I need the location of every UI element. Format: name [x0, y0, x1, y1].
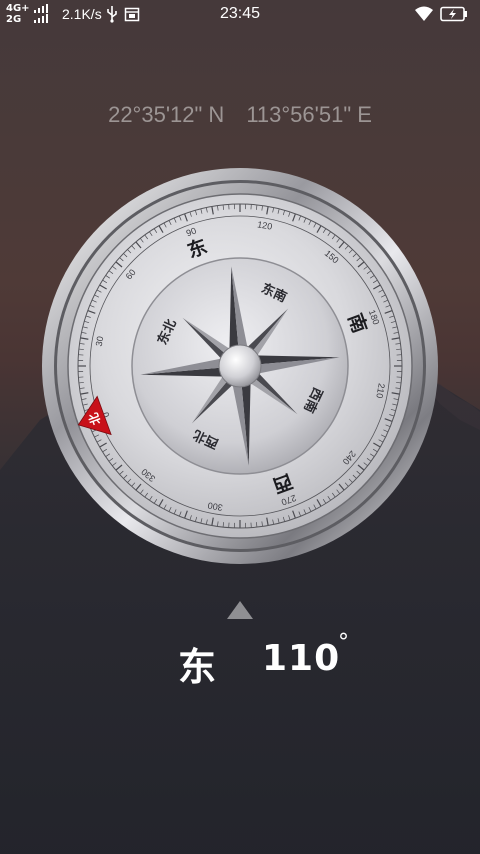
degree-label: 30 [94, 335, 106, 347]
compass-dial[interactable]: 0306090120150180210240270300330 东南西 东北东南… [40, 166, 440, 566]
battery-charging-icon [440, 6, 467, 22]
compass-hub [218, 344, 262, 388]
gps-coordinates: 22°35'12" N 113°56'51" E [0, 102, 480, 128]
status-bar: 4G+ 2G 2.1K/s 23:45 [0, 0, 480, 30]
wifi-icon [415, 6, 433, 21]
heading-direction: 东 [178, 645, 217, 689]
longitude: 113°56'51" E [246, 102, 372, 127]
heading-pointer-icon [227, 601, 253, 619]
heading-degrees: 110 [262, 638, 341, 679]
latitude: 22°35'12" N [108, 102, 225, 127]
clock: 23:45 [219, 5, 261, 22]
degree-symbol: ° [338, 630, 349, 655]
